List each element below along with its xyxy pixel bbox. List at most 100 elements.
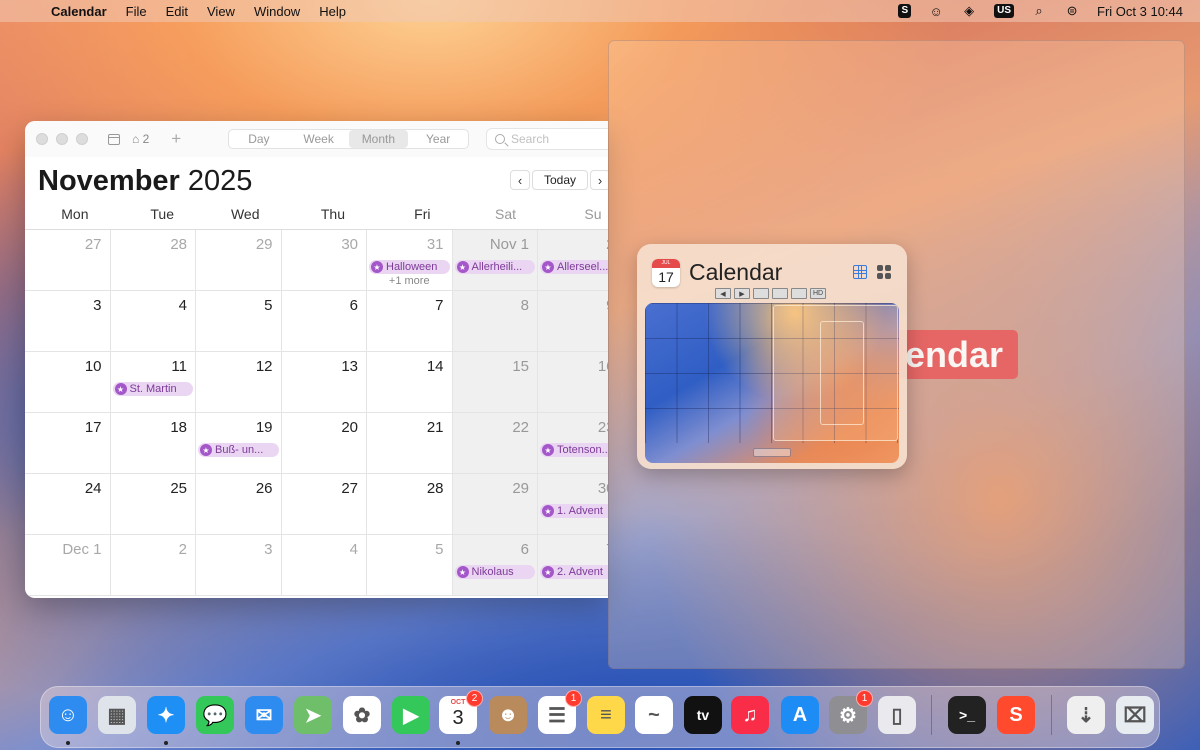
dock-trash-icon[interactable]: ⌧	[1116, 696, 1154, 734]
more-events-link[interactable]: +1 more	[367, 275, 452, 287]
close-button[interactable]	[36, 133, 48, 145]
event-pill[interactable]: ★ 1. Advent	[540, 504, 608, 518]
day-cell[interactable]: 19 ★ Buß- un...	[196, 413, 282, 474]
dock-finder-icon[interactable]: ☺	[49, 696, 87, 734]
day-cell[interactable]: Dec 1	[25, 535, 111, 596]
menu-clock[interactable]: Fri Oct 3 10:44	[1097, 4, 1183, 19]
preview-layout-button-2[interactable]	[772, 288, 788, 299]
inbox-button[interactable]: ⌂ 2	[132, 132, 149, 146]
dock-apple-tv-icon[interactable]: tv	[684, 696, 722, 734]
dock-s-app-icon[interactable]: S	[997, 696, 1035, 734]
day-cell[interactable]: 6	[281, 291, 367, 352]
day-cell[interactable]: 22	[452, 413, 538, 474]
day-cell[interactable]: 12	[196, 352, 282, 413]
dock-notes-icon[interactable]: ≡	[587, 696, 625, 734]
calendar-list-icon[interactable]	[108, 133, 120, 145]
preview-back-button[interactable]: ◀	[715, 288, 731, 299]
menu-help[interactable]: Help	[319, 4, 346, 19]
dock-music-icon[interactable]: ♫	[731, 696, 769, 734]
day-cell[interactable]: 26	[196, 474, 282, 535]
tab-year[interactable]: Year	[408, 130, 468, 148]
day-cell[interactable]: 23 ★Totenson...	[538, 413, 608, 474]
day-cell[interactable]: 2	[110, 535, 196, 596]
event-pill[interactable]: ★ Buß- un...	[198, 443, 279, 457]
keyboard-layout-indicator[interactable]: US	[994, 4, 1015, 18]
day-cell[interactable]: 9	[538, 291, 608, 352]
day-cell[interactable]: 31 ★ Halloween +1 more	[367, 230, 453, 291]
menu-app-name[interactable]: Calendar	[51, 4, 107, 19]
day-cell[interactable]: 5	[196, 291, 282, 352]
day-cell[interactable]: 30	[281, 230, 367, 291]
zoom-button[interactable]	[76, 133, 88, 145]
day-cell[interactable]: 3	[196, 535, 282, 596]
day-cell[interactable]: 3	[25, 291, 111, 352]
day-cell[interactable]: 29	[452, 474, 538, 535]
s-status-icon[interactable]: S	[898, 4, 912, 18]
dock-messages-icon[interactable]: 💬	[196, 696, 234, 734]
minimize-button[interactable]	[56, 133, 68, 145]
dock-maps-icon[interactable]: ➤	[294, 696, 332, 734]
preview-layout-button-1[interactable]	[753, 288, 769, 299]
event-pill[interactable]: ★ Halloween	[369, 260, 450, 274]
day-cell[interactable]: 27	[281, 474, 367, 535]
layers-status-icon[interactable]: ◈	[961, 3, 977, 18]
day-cell[interactable]: 8	[452, 291, 538, 352]
day-cell[interactable]: 2★Allerseel...	[538, 230, 608, 291]
day-cell[interactable]: 21	[367, 413, 453, 474]
grid-layout-icon[interactable]	[853, 265, 867, 279]
event-pill[interactable]: ★ Nikolaus	[454, 565, 535, 579]
menu-window[interactable]: Window	[254, 4, 300, 19]
tab-month[interactable]: Month	[348, 130, 409, 148]
dock-downloads-icon[interactable]: ⇣	[1067, 696, 1105, 734]
dock-app-store-icon[interactable]: A	[781, 696, 819, 734]
spotlight-search-icon[interactable]: ⌕	[1031, 3, 1047, 18]
event-pill[interactable]: ★ Allerheili...	[454, 260, 535, 274]
add-event-button[interactable]: +	[171, 129, 181, 149]
day-cell[interactable]: 25	[110, 474, 196, 535]
menu-file[interactable]: File	[126, 4, 147, 19]
tab-day[interactable]: Day	[229, 130, 289, 148]
day-cell[interactable]: 7★2. Advent	[538, 535, 608, 596]
day-cell[interactable]: 15	[452, 352, 538, 413]
day-cell[interactable]: 14	[367, 352, 453, 413]
day-cell[interactable]: 5	[367, 535, 453, 596]
menu-edit[interactable]: Edit	[166, 4, 188, 19]
tiles-layout-icon[interactable]	[877, 265, 891, 279]
day-cell[interactable]: 10	[25, 352, 111, 413]
preview-hd-button[interactable]: HD	[810, 288, 826, 299]
day-cell[interactable]: 13	[281, 352, 367, 413]
dock-calendar-icon[interactable]: OCT 3 2	[439, 690, 483, 734]
day-cell[interactable]: 18	[110, 413, 196, 474]
day-cell[interactable]: 27	[25, 230, 111, 291]
dock-contacts-icon[interactable]: ☻	[489, 696, 527, 734]
event-pill[interactable]: ★ Allerseel...	[540, 260, 608, 274]
search-field[interactable]: Search	[486, 128, 608, 150]
day-cell[interactable]: 20	[281, 413, 367, 474]
control-center-icon[interactable]: ⊜	[1064, 3, 1080, 18]
dock-freeform-icon[interactable]: ~	[635, 696, 673, 734]
dock-iphone-mirroring-icon[interactable]: ▯	[878, 696, 916, 734]
day-cell[interactable]: 4	[110, 291, 196, 352]
day-cell[interactable]: 17	[25, 413, 111, 474]
dock-launchpad-icon[interactable]: ▦	[98, 696, 136, 734]
dock-system-settings-icon[interactable]: ⚙ 1	[829, 690, 873, 734]
dock-terminal-icon[interactable]: >_	[948, 696, 986, 734]
menu-view[interactable]: View	[207, 4, 235, 19]
brain-status-icon[interactable]: ☺	[928, 4, 944, 19]
day-cell[interactable]: 11 ★ St. Martin	[110, 352, 196, 413]
event-pill[interactable]: ★ St. Martin	[112, 382, 193, 396]
preview-screen-thumbnail[interactable]	[645, 303, 899, 463]
day-cell[interactable]: 24	[25, 474, 111, 535]
preview-fullscreen-button[interactable]	[791, 288, 807, 299]
day-cell[interactable]: 6 ★ Nikolaus	[452, 535, 538, 596]
dock-photos-icon[interactable]: ✿	[343, 696, 381, 734]
day-cell[interactable]: 28	[367, 474, 453, 535]
day-cell[interactable]: 28	[110, 230, 196, 291]
day-cell[interactable]: 7	[367, 291, 453, 352]
dock-safari-icon[interactable]: ✦	[147, 696, 185, 734]
day-cell[interactable]: 29	[196, 230, 282, 291]
dock-facetime-icon[interactable]: ▶	[392, 696, 430, 734]
day-cell[interactable]: 30 ★1. Advent	[538, 474, 608, 535]
previous-month-button[interactable]: ‹	[510, 170, 530, 190]
today-button[interactable]: Today	[532, 170, 589, 190]
